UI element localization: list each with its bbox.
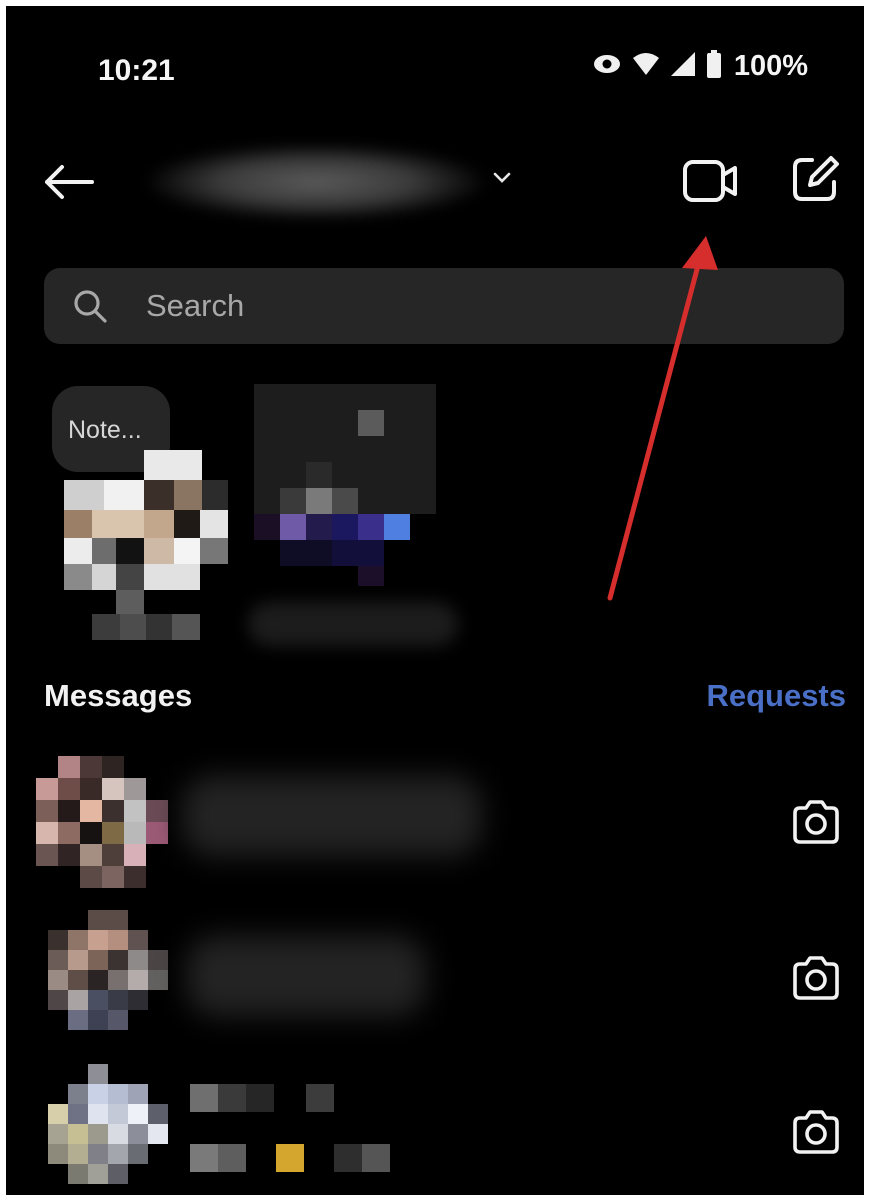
conversation-row[interactable] [6,746,864,896]
conversation-row[interactable] [6,1058,864,1195]
camera-button[interactable] [788,1106,844,1162]
messages-heading: Messages [44,678,193,713]
camera-button[interactable] [788,796,844,852]
camera-icon [791,955,841,1006]
conversation-row[interactable] [6,906,864,1056]
messages-screen: 10:21 100% Search Note... Messages Reque… [6,6,864,1195]
camera-icon [791,799,841,850]
camera-button[interactable] [788,952,844,1008]
conversation-preview-pixelated [190,1084,400,1174]
camera-icon [791,1109,841,1160]
avatar [36,756,176,896]
conversation-preview-blurred [182,776,482,856]
avatar [48,910,168,1030]
requests-link[interactable]: Requests [706,678,846,714]
avatar [48,1064,168,1184]
conversation-preview-blurred [186,936,426,1016]
